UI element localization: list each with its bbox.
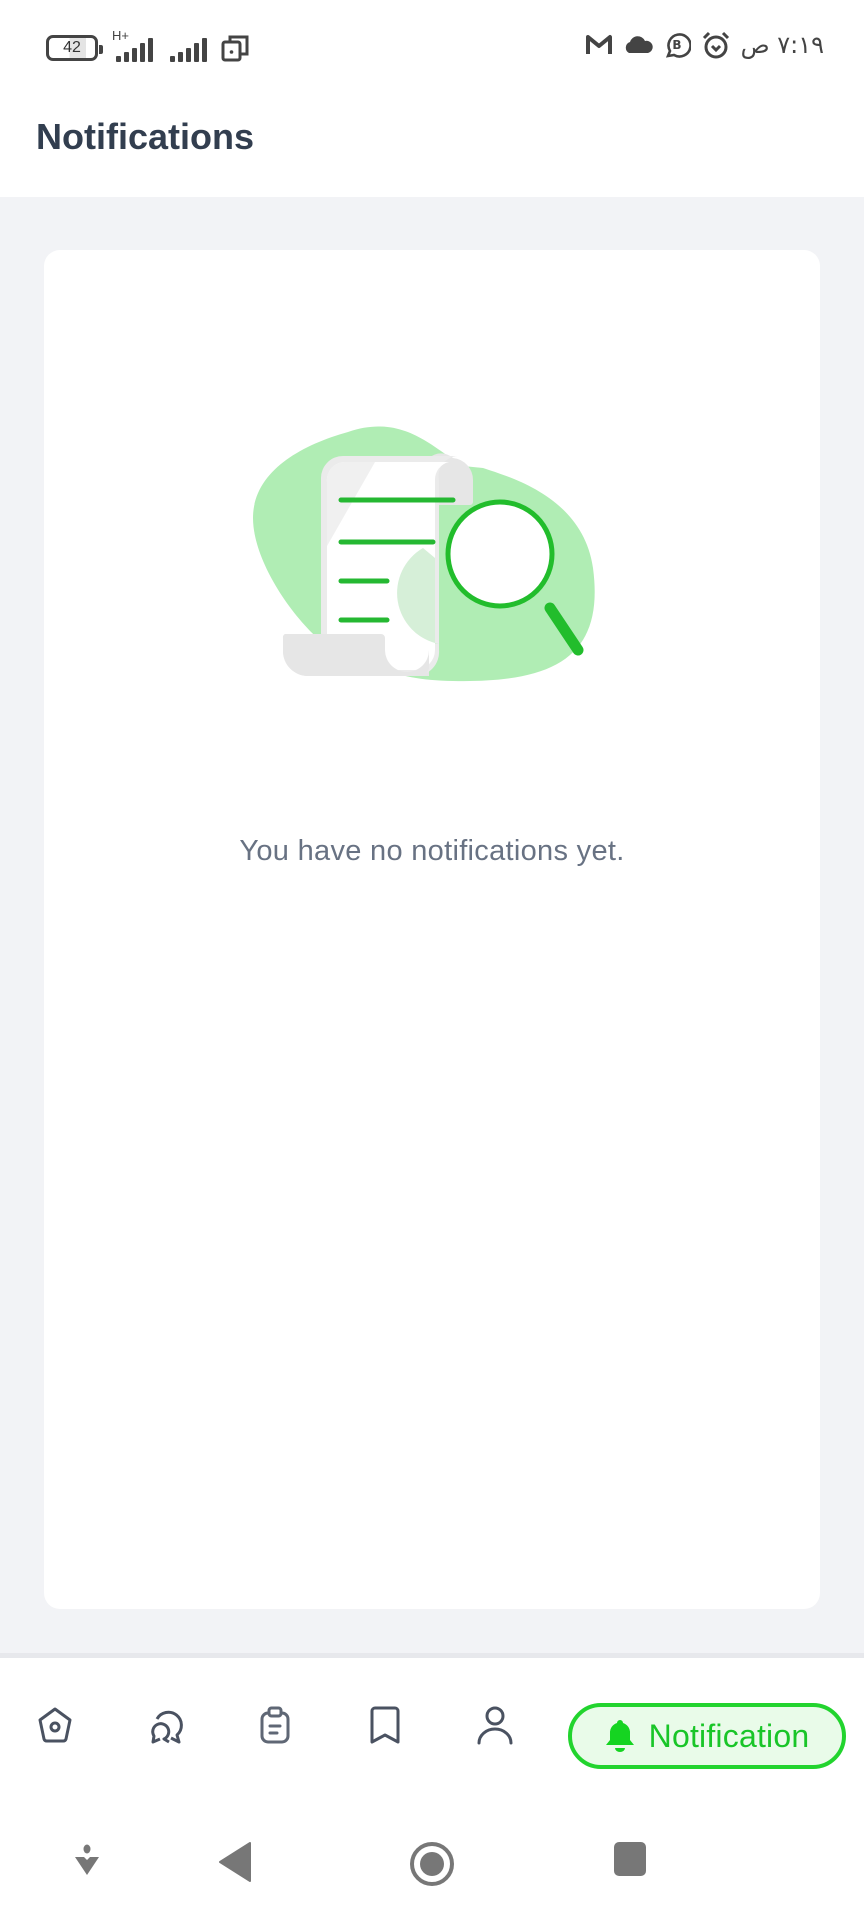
clipboard-icon	[260, 1706, 290, 1744]
back-icon	[219, 1842, 251, 1882]
battery-tip	[99, 45, 103, 54]
gmail-icon	[585, 35, 612, 54]
bookmark-icon	[370, 1706, 400, 1744]
content-area: You have no notifications yet.	[0, 197, 864, 1653]
nav-saved[interactable]	[360, 1700, 410, 1750]
system-nav-bar	[0, 1778, 864, 1920]
bell-icon	[605, 1720, 634, 1752]
recents-icon	[614, 1842, 646, 1876]
app-header: Notifications	[0, 96, 864, 197]
back-button[interactable]	[215, 1840, 255, 1884]
alarm-icon	[702, 31, 729, 59]
battery-level: 42	[63, 39, 81, 56]
notifications-card: You have no notifications yet.	[44, 250, 820, 1609]
battery-icon: 42	[46, 35, 103, 61]
home-icon	[38, 1707, 72, 1743]
nav-notification-label: Notification	[648, 1717, 810, 1754]
nav-home[interactable]	[30, 1700, 80, 1750]
nav-tasks[interactable]	[250, 1700, 300, 1750]
recents-button[interactable]	[612, 1840, 648, 1878]
cloud-icon	[625, 36, 653, 53]
clock: ٧:١٩ ص	[740, 31, 824, 59]
person-icon	[477, 1706, 513, 1745]
home-button[interactable]	[408, 1840, 456, 1888]
signal-bars	[116, 38, 153, 62]
dual-sim-icon	[221, 35, 249, 62]
empty-state-message: You have no notifications yet.	[239, 835, 625, 867]
nav-messages[interactable]	[140, 1700, 190, 1750]
status-left: 42 H+	[46, 28, 250, 64]
document-search-illustration	[253, 426, 595, 682]
nav-notification[interactable]: Notification	[568, 1703, 846, 1769]
signal-icon	[170, 32, 210, 64]
chat-bubbles-icon	[151, 1710, 183, 1744]
signal-icon: H+	[108, 28, 160, 64]
status-bar: 42 H+ B ٧:١٩ ص	[0, 0, 864, 96]
business-chat-icon: B	[665, 33, 691, 58]
page-title: Notifications	[36, 116, 255, 157]
svg-text:B: B	[672, 38, 681, 52]
nav-profile[interactable]	[470, 1700, 520, 1750]
keyboard-hide-button[interactable]	[70, 1840, 104, 1880]
bottom-nav: Notification	[0, 1653, 864, 1778]
keyboard-hide-icon	[75, 1844, 99, 1875]
home-circle-icon	[410, 1842, 454, 1886]
magnifier-lens	[445, 499, 555, 609]
status-right: B ٧:١٩ ص	[585, 30, 824, 60]
